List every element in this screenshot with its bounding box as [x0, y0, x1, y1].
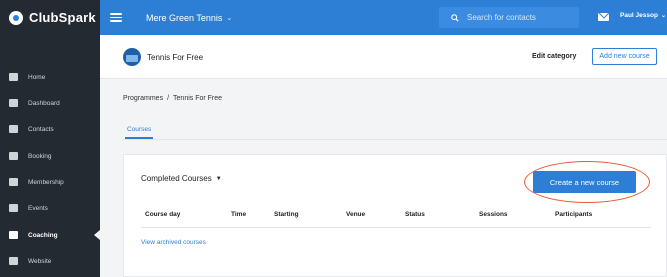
column-header: Starting	[274, 211, 299, 218]
menu-toggle-icon[interactable]	[110, 13, 122, 22]
sidebar-item-label: Coaching	[28, 231, 58, 239]
tab-courses[interactable]: Courses	[127, 126, 151, 133]
add-new-course-button[interactable]: Add new course	[592, 48, 657, 65]
top-bar: ClubSpark Mere Green Tennis ⌄ Paul Jesso…	[0, 0, 667, 35]
breadcrumb: Programmes / Tennis For Free	[123, 95, 222, 102]
search-input[interactable]	[467, 13, 567, 22]
sidebar-item-label: Home	[28, 73, 46, 81]
column-header: Venue	[346, 211, 366, 218]
mail-icon[interactable]	[598, 13, 609, 21]
user-menu[interactable]: Paul Jessop ⌄	[620, 12, 666, 19]
breadcrumb-current: Tennis For Free	[173, 95, 223, 102]
sidebar-item-label: Dashboard	[28, 99, 60, 107]
sidebar-item-booking[interactable]: Booking	[0, 147, 100, 165]
breadcrumb-programmes[interactable]: Programmes	[123, 95, 163, 102]
sidebar-item-label: Website	[28, 257, 52, 265]
user-name: Paul Jessop	[620, 12, 658, 19]
course-filter-label: Completed Courses	[141, 174, 212, 183]
category-icon	[123, 48, 141, 66]
course-filter-dropdown[interactable]: Completed Courses ▼	[141, 174, 222, 183]
sidebar: Home Dashboard Contacts Booking Membersh…	[0, 35, 100, 277]
column-header: Course day	[145, 211, 181, 218]
column-header: Sessions	[479, 211, 508, 218]
venue-name: Mere Green Tennis	[146, 12, 223, 23]
sidebar-item-label: Events	[28, 204, 48, 212]
contacts-icon	[9, 125, 18, 133]
sidebar-item-home[interactable]: Home	[0, 68, 100, 86]
sidebar-item-events[interactable]: Events	[0, 199, 100, 217]
page-title: Tennis For Free	[147, 53, 204, 62]
search-box[interactable]	[439, 7, 579, 28]
edit-category-link[interactable]: Edit category	[532, 53, 576, 60]
brand-name: ClubSpark	[29, 10, 96, 25]
chevron-down-icon: ⌄	[660, 13, 666, 19]
page-header: Tennis For Free Edit category Add new co…	[100, 35, 667, 79]
sidebar-item-membership[interactable]: Membership	[0, 173, 100, 191]
sidebar-item-dashboard[interactable]: Dashboard	[0, 94, 100, 112]
column-header: Participants	[555, 211, 593, 218]
chevron-down-icon: ⌄	[226, 14, 233, 22]
breadcrumb-separator: /	[167, 95, 170, 102]
brand[interactable]: ClubSpark	[0, 0, 100, 35]
sidebar-item-label: Membership	[28, 178, 64, 186]
courses-card: Completed Courses ▼ Create a new course …	[123, 154, 667, 277]
create-new-course-button[interactable]: Create a new course	[533, 171, 636, 193]
membership-icon	[9, 178, 18, 186]
view-archived-courses-link[interactable]: View archived courses	[141, 239, 206, 246]
app: ClubSpark Mere Green Tennis ⌄ Paul Jesso…	[0, 0, 667, 277]
table-header-divider	[141, 227, 651, 228]
column-header: Time	[231, 211, 247, 218]
sidebar-item-coaching[interactable]: Coaching	[0, 226, 100, 244]
search-icon	[451, 13, 459, 22]
venue-selector[interactable]: Mere Green Tennis ⌄	[146, 13, 232, 23]
booking-icon	[9, 152, 18, 160]
sidebar-item-website[interactable]: Website	[0, 252, 100, 270]
home-icon	[9, 73, 18, 81]
tab-divider	[123, 139, 667, 140]
dashboard-icon	[9, 99, 18, 107]
events-icon	[9, 204, 18, 212]
sidebar-item-label: Booking	[28, 152, 52, 160]
coaching-icon	[9, 231, 18, 239]
website-icon	[9, 257, 18, 265]
courses-table-header: Course day Time Starting Venue Status Se…	[124, 211, 667, 225]
main-content: Tennis For Free Edit category Add new co…	[100, 35, 667, 277]
sidebar-item-contacts[interactable]: Contacts	[0, 120, 100, 138]
column-header: Status	[405, 211, 425, 218]
clubspark-logo-icon	[9, 10, 23, 25]
sidebar-item-label: Contacts	[28, 125, 54, 133]
caret-down-icon: ▼	[215, 175, 222, 182]
